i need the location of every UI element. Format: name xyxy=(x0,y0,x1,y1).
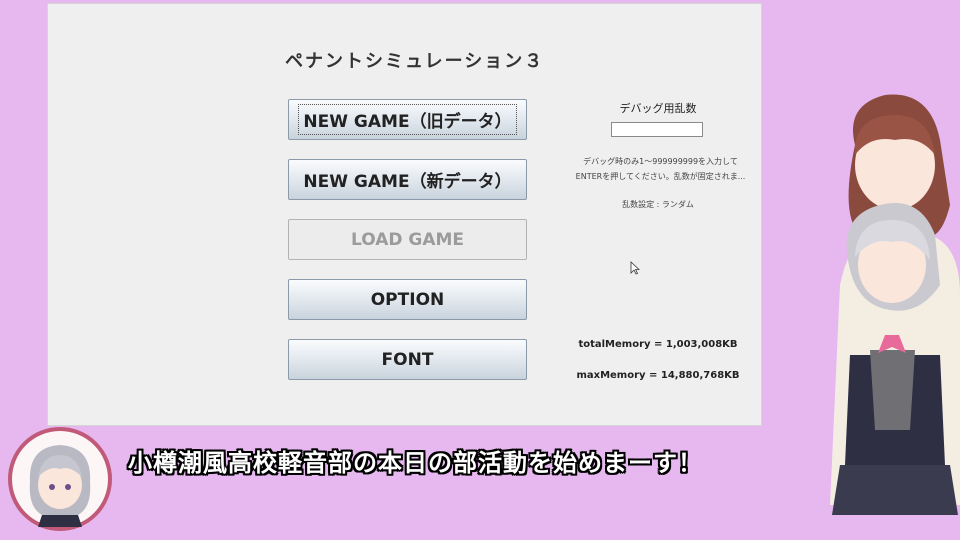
debug-seed-title: デバッグ用乱数 xyxy=(619,102,697,115)
font-label: FONT xyxy=(381,349,434,370)
option-button[interactable]: OPTION xyxy=(288,279,527,320)
load-game-button[interactable]: LOAD GAME xyxy=(288,219,527,260)
debug-help-line-1: デバッグ時のみ1～999999999を入力して xyxy=(583,157,738,166)
debug-help-line-2: ENTERを押してください。乱数が固定されま... xyxy=(575,172,746,181)
mouse-cursor-icon xyxy=(630,261,640,275)
subtitle-caption: 小樽潮風高校軽音部の本日の部活動を始めまーす！ xyxy=(128,449,703,477)
load-game-label: LOAD GAME xyxy=(350,229,465,250)
max-memory-readout: maxMemory = 14,880,768KB xyxy=(576,370,740,381)
debug-seed-input[interactable] xyxy=(611,122,703,137)
debug-help-text: デバッグ時のみ1～999999999を入力して ENTERを押してください。乱数… xyxy=(548,154,773,184)
speaker-avatar xyxy=(8,427,112,531)
new-game-new-data-button[interactable]: NEW GAME（新データ） xyxy=(288,159,527,200)
new-game-old-data-label: NEW GAME（旧データ） xyxy=(298,104,517,135)
game-window: ペナントシミュレーション３ NEW GAME（旧データ） NEW GAME（新デ… xyxy=(47,3,762,426)
new-game-old-data-button[interactable]: NEW GAME（旧データ） xyxy=(288,99,527,140)
total-memory-readout: totalMemory = 1,003,008KB xyxy=(578,339,738,350)
option-label: OPTION xyxy=(370,289,445,310)
font-button[interactable]: FONT xyxy=(288,339,527,380)
app-title: ペナントシミュレーション３ xyxy=(285,51,545,72)
character-illustration xyxy=(830,94,960,515)
new-game-new-data-label: NEW GAME（新データ） xyxy=(303,172,512,192)
seed-status: 乱数設定 : ランダム xyxy=(622,200,694,209)
